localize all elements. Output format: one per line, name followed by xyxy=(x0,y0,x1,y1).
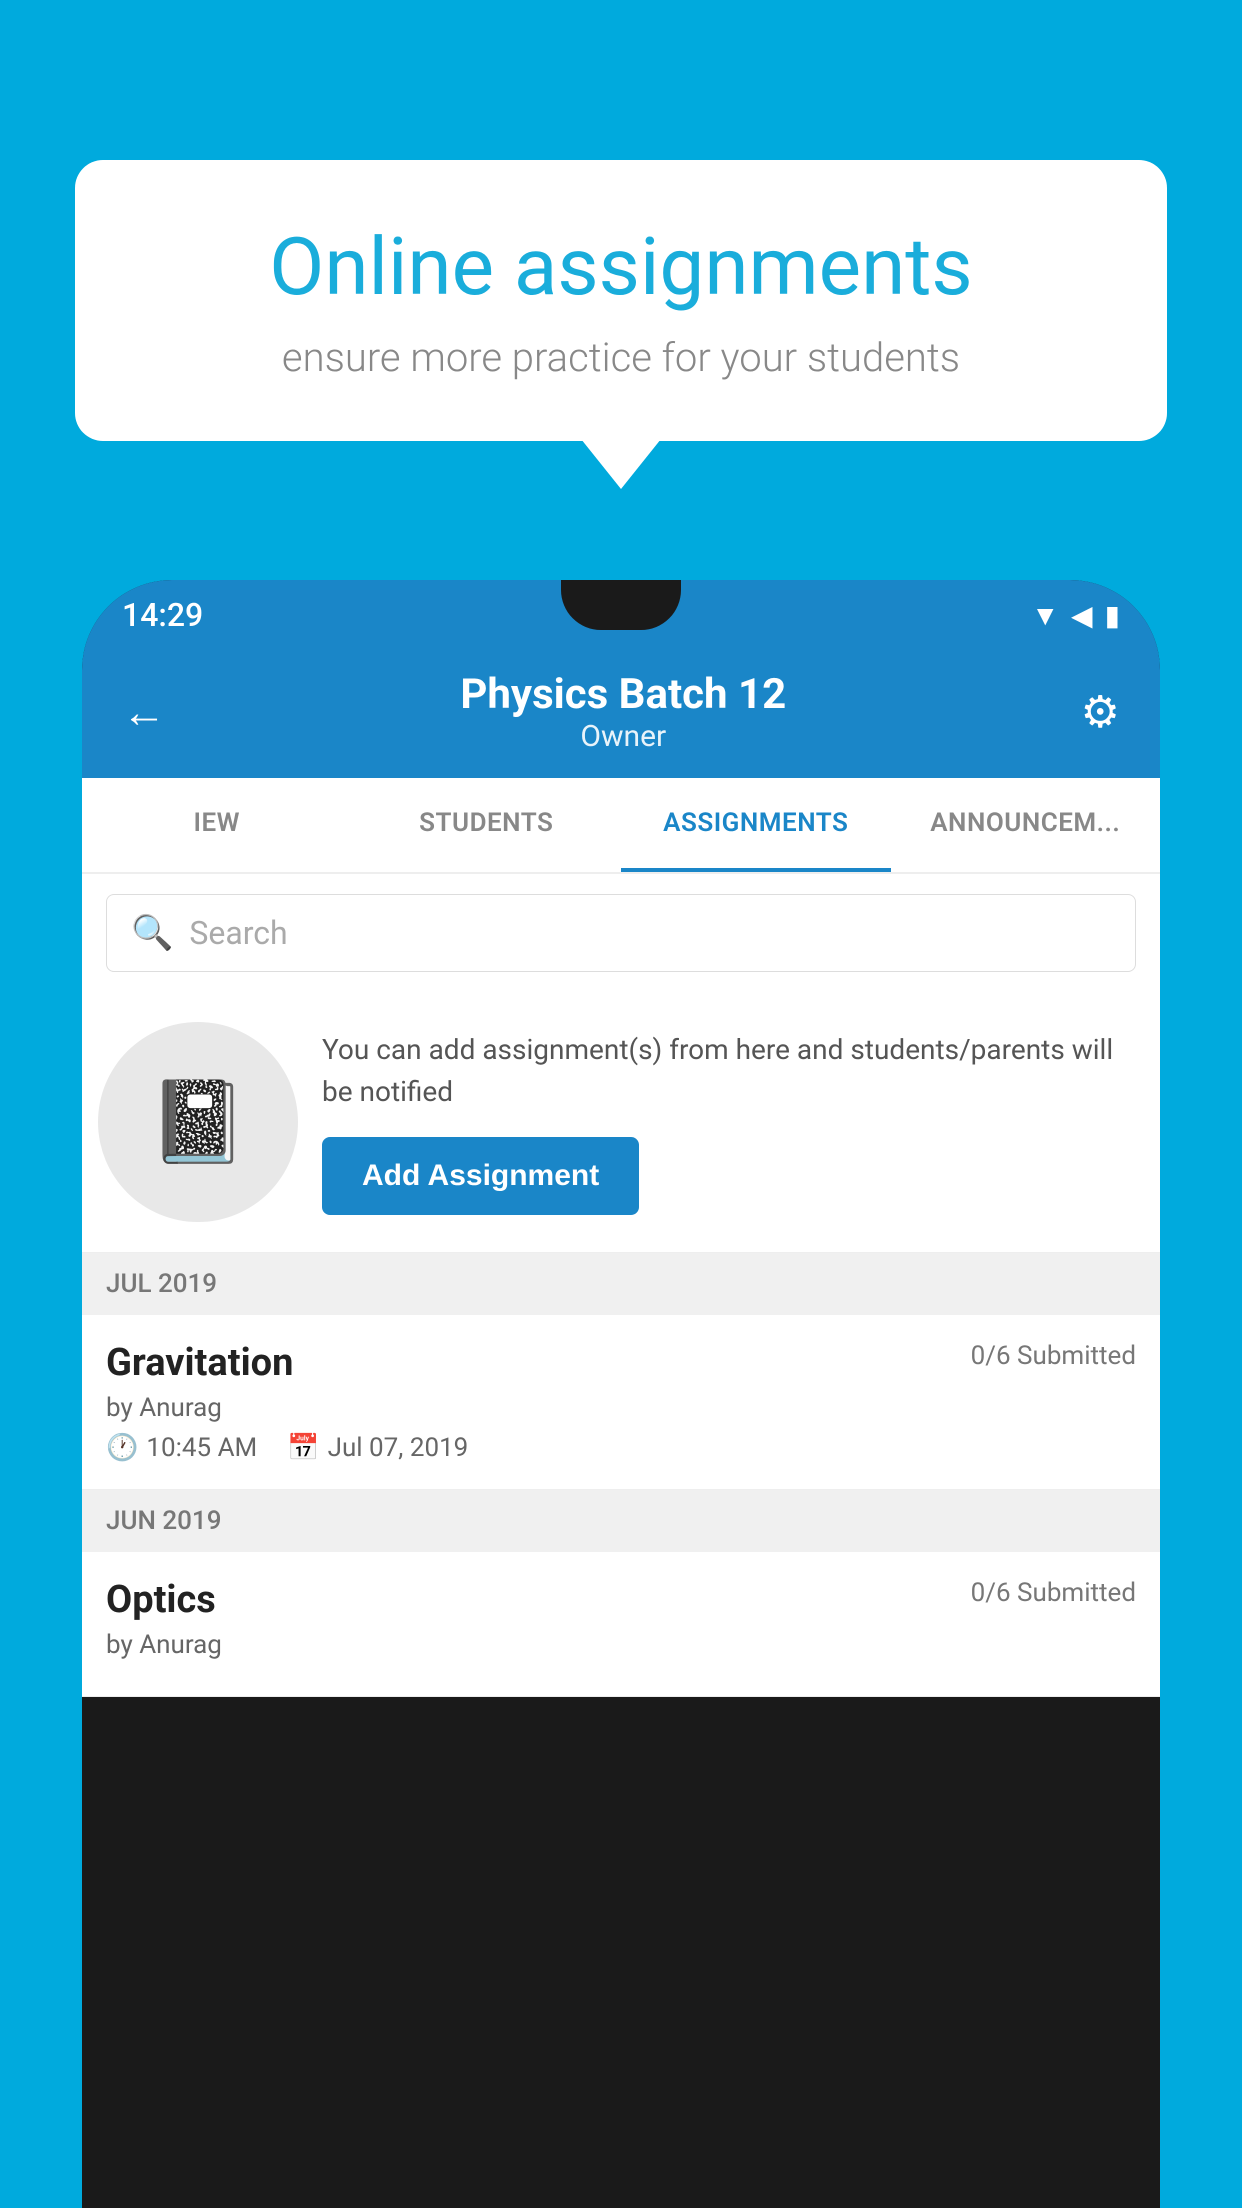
assignment-date-gravitation: 📅 Jul 07, 2019 xyxy=(287,1433,468,1463)
clock-icon: 🕐 xyxy=(106,1433,138,1463)
settings-icon[interactable]: ⚙ xyxy=(1081,686,1120,738)
assignment-submitted-gravitation: 0/6 Submitted xyxy=(971,1341,1136,1371)
status-bar: 14:29 ▼ ◀ ▮ xyxy=(82,580,1160,650)
speech-bubble-container: Online assignments ensure more practice … xyxy=(75,160,1167,441)
tab-assignments[interactable]: ASSIGNMENTS xyxy=(621,778,891,872)
wifi-icon: ▼ xyxy=(1031,599,1059,632)
promo-text-block: You can add assignment(s) from here and … xyxy=(322,1029,1136,1215)
notebook-icon: 📓 xyxy=(148,1075,248,1169)
tab-overview[interactable]: IEW xyxy=(82,778,352,872)
assignment-top-row-optics: Optics 0/6 Submitted xyxy=(106,1578,1136,1622)
date-value: Jul 07, 2019 xyxy=(328,1433,469,1463)
calendar-icon: 📅 xyxy=(287,1433,319,1463)
search-container: 🔍 Search xyxy=(82,874,1160,992)
tabs-bar: IEW STUDENTS ASSIGNMENTS ANNOUNCEM... xyxy=(82,778,1160,874)
phone-notch xyxy=(561,580,681,630)
status-icons: ▼ ◀ ▮ xyxy=(1031,599,1120,632)
signal-icon: ◀ xyxy=(1071,599,1093,632)
header-subtitle: Owner xyxy=(460,719,786,754)
battery-icon: ▮ xyxy=(1105,599,1120,632)
search-icon: 🔍 xyxy=(131,913,173,953)
search-bar[interactable]: 🔍 Search xyxy=(106,894,1136,972)
add-assignment-button[interactable]: Add Assignment xyxy=(322,1137,639,1215)
speech-bubble-subtitle: ensure more practice for your students xyxy=(145,334,1097,381)
speech-bubble-title: Online assignments xyxy=(145,220,1097,314)
assignment-title-optics: Optics xyxy=(106,1578,216,1622)
header-title: Physics Batch 12 xyxy=(460,670,786,719)
phone-frame: 14:29 ▼ ◀ ▮ ← Physics Batch 12 Owner ⚙ I… xyxy=(82,580,1160,2208)
assignment-meta-gravitation: 🕐 10:45 AM 📅 Jul 07, 2019 xyxy=(106,1433,1136,1463)
assignment-top-row: Gravitation 0/6 Submitted xyxy=(106,1341,1136,1385)
section-header-jun: JUN 2019 xyxy=(82,1490,1160,1552)
tab-students[interactable]: STUDENTS xyxy=(352,778,622,872)
promo-description: You can add assignment(s) from here and … xyxy=(322,1029,1136,1113)
phone-content: 🔍 Search 📓 You can add assignment(s) fro… xyxy=(82,874,1160,1697)
promo-area: 📓 You can add assignment(s) from here an… xyxy=(82,992,1160,1253)
assignment-title-gravitation: Gravitation xyxy=(106,1341,293,1385)
time-value: 10:45 AM xyxy=(146,1433,257,1463)
tab-announcements[interactable]: ANNOUNCEM... xyxy=(891,778,1161,872)
assignment-submitted-optics: 0/6 Submitted xyxy=(971,1578,1136,1608)
promo-icon-circle: 📓 xyxy=(98,1022,298,1222)
search-placeholder: Search xyxy=(189,914,287,952)
assignment-item-optics[interactable]: Optics 0/6 Submitted by Anurag xyxy=(82,1552,1160,1697)
speech-bubble: Online assignments ensure more practice … xyxy=(75,160,1167,441)
assignment-time-gravitation: 🕐 10:45 AM xyxy=(106,1433,257,1463)
assignment-item-gravitation[interactable]: Gravitation 0/6 Submitted by Anurag 🕐 10… xyxy=(82,1315,1160,1490)
assignment-author-optics: by Anurag xyxy=(106,1630,1136,1660)
status-time: 14:29 xyxy=(122,596,203,634)
section-header-jul: JUL 2019 xyxy=(82,1253,1160,1315)
assignment-author-gravitation: by Anurag xyxy=(106,1393,1136,1423)
app-header: ← Physics Batch 12 Owner ⚙ xyxy=(82,650,1160,778)
header-title-block: Physics Batch 12 Owner xyxy=(460,670,786,754)
back-icon[interactable]: ← xyxy=(122,686,166,738)
